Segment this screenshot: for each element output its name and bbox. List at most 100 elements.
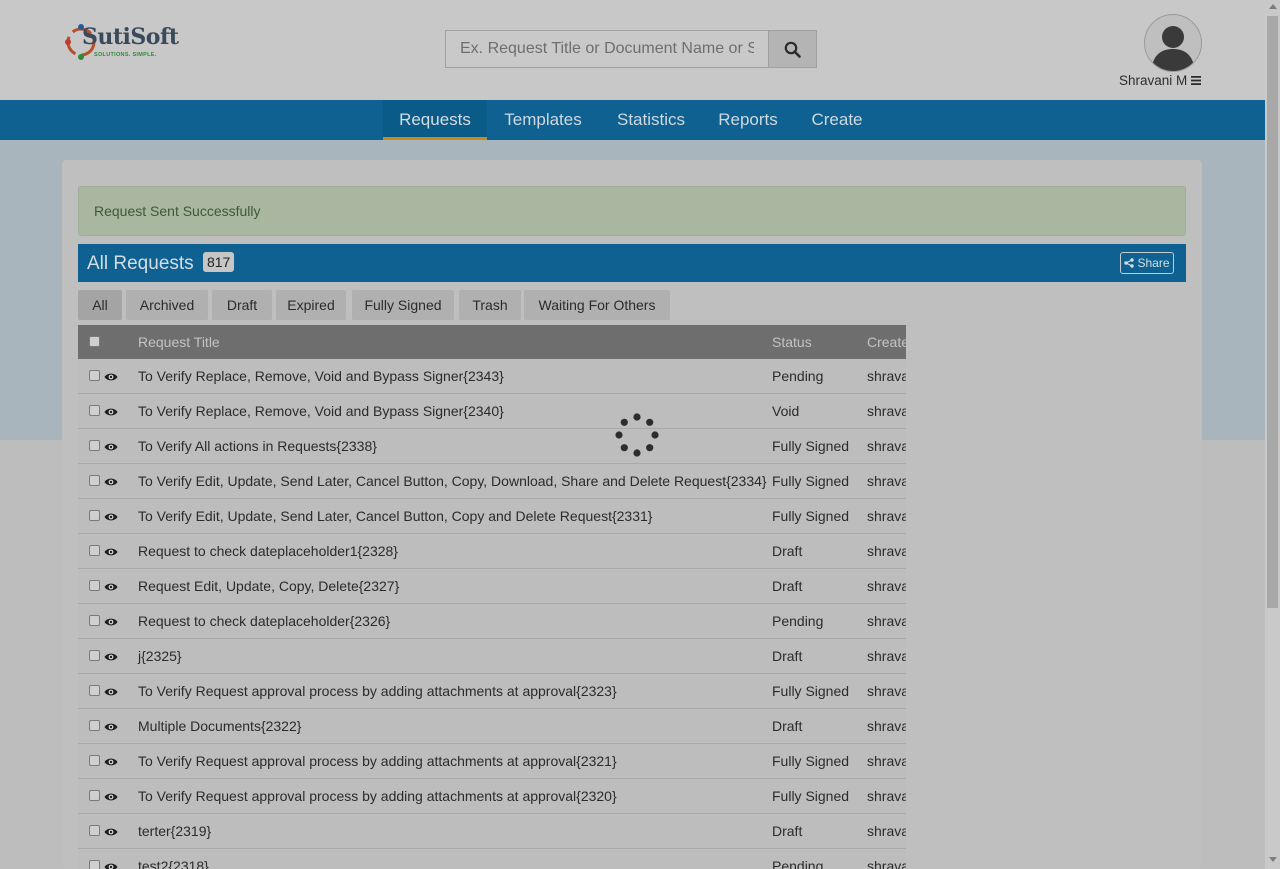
request-title-link[interactable]: To Verify Edit, Update, Send Later, Canc…	[138, 499, 652, 533]
row-checkbox[interactable]	[89, 545, 100, 556]
request-created-by: shrava	[867, 683, 906, 699]
requests-title-wrap: All Requests 817	[87, 252, 235, 275]
top-header: SutiSoft SOLUTIONS. SIMPLE. Shravani M	[0, 0, 1265, 100]
view-eye-icon[interactable]	[104, 616, 118, 628]
row-checkbox[interactable]	[89, 475, 100, 486]
nav-reports[interactable]: Reports	[710, 100, 786, 140]
request-title-link[interactable]: To Verify Replace, Remove, Void and Bypa…	[138, 394, 504, 428]
view-eye-icon[interactable]	[104, 546, 118, 558]
nav-statistics[interactable]: Statistics	[606, 100, 696, 140]
view-eye-icon[interactable]	[104, 826, 118, 838]
request-title-link[interactable]: test2{2318}	[138, 849, 209, 869]
row-checkbox[interactable]	[89, 825, 100, 836]
nav-templates[interactable]: Templates	[494, 100, 592, 140]
row-checkbox[interactable]	[89, 405, 100, 416]
scrollbar-thumb[interactable]	[1267, 16, 1278, 608]
request-status: Fully Signed	[772, 438, 850, 454]
row-checkbox[interactable]	[89, 790, 100, 801]
request-title-link[interactable]: j{2325}	[138, 639, 182, 673]
view-eye-icon[interactable]	[104, 476, 118, 488]
row-checkbox[interactable]	[89, 720, 100, 731]
request-title-link[interactable]: To Verify Request approval process by ad…	[138, 744, 617, 778]
user-avatar[interactable]	[1144, 14, 1202, 72]
view-eye-icon[interactable]	[104, 406, 118, 418]
row-checkbox[interactable]	[89, 370, 100, 381]
tab-draft[interactable]: Draft	[212, 290, 272, 320]
request-title-link[interactable]: To Verify All actions in Requests{2338}	[138, 429, 377, 463]
search-input[interactable]	[445, 30, 768, 68]
column-status[interactable]: Status	[772, 325, 812, 359]
request-title-link[interactable]: To Verify Request approval process by ad…	[138, 779, 617, 813]
request-title-link[interactable]: To Verify Edit, Update, Send Later, Canc…	[138, 464, 767, 498]
table-row[interactable]: test2{2318} Pending shrava	[78, 849, 906, 869]
tab-waiting-for-others[interactable]: Waiting For Others	[524, 290, 670, 320]
row-checkbox[interactable]	[89, 755, 100, 766]
user-menu[interactable]: Shravani M	[1119, 73, 1202, 88]
scroll-up-icon[interactable]	[1269, 4, 1277, 9]
row-checkbox[interactable]	[89, 580, 100, 591]
sutisoft-logo[interactable]: SutiSoft SOLUTIONS. SIMPLE.	[64, 14, 184, 72]
view-eye-icon[interactable]	[104, 756, 118, 768]
share-button[interactable]: Share	[1120, 252, 1174, 274]
view-eye-icon[interactable]	[104, 651, 118, 663]
nav-create[interactable]: Create	[802, 100, 872, 140]
table-row[interactable]: To Verify Replace, Remove, Void and Bypa…	[78, 394, 906, 429]
table-row[interactable]: To Verify Request approval process by ad…	[78, 744, 906, 779]
table-row[interactable]: To Verify Replace, Remove, Void and Bypa…	[78, 359, 906, 394]
view-eye-icon[interactable]	[104, 791, 118, 803]
row-checkbox[interactable]	[89, 510, 100, 521]
row-checkbox[interactable]	[89, 615, 100, 626]
view-eye-icon[interactable]	[104, 686, 118, 698]
view-eye-icon[interactable]	[104, 371, 118, 383]
table-row[interactable]: To Verify Request approval process by ad…	[78, 779, 906, 814]
nav-requests[interactable]: Requests	[383, 100, 487, 140]
request-title-link[interactable]: Request to check dateplaceholder1{2328}	[138, 534, 398, 568]
request-title-link[interactable]: terter{2319}	[138, 814, 211, 848]
table-row[interactable]: To Verify Edit, Update, Send Later, Canc…	[78, 499, 906, 534]
view-eye-icon[interactable]	[104, 581, 118, 593]
tab-fully-signed[interactable]: Fully Signed	[352, 290, 454, 320]
request-status: Draft	[772, 578, 803, 594]
tab-trash[interactable]: Trash	[459, 290, 521, 320]
table-row[interactable]: Multiple Documents{2322} Draft shrava	[78, 709, 906, 744]
table-row[interactable]: Request to check dateplaceholder{2326} Pe…	[78, 604, 906, 639]
view-eye-icon[interactable]	[104, 441, 118, 453]
table-row[interactable]: To Verify Request approval process by ad…	[78, 674, 906, 709]
column-request-title[interactable]: Request Title	[138, 325, 220, 359]
view-eye-icon[interactable]	[104, 721, 118, 733]
search-button[interactable]	[768, 30, 817, 68]
request-status: Fully Signed	[772, 473, 850, 489]
hamburger-icon	[1191, 76, 1202, 85]
view-eye-icon[interactable]	[104, 511, 118, 523]
view-eye-icon[interactable]	[104, 861, 118, 869]
request-title-link[interactable]: To Verify Replace, Remove, Void and Bypa…	[138, 359, 504, 393]
tab-expired[interactable]: Expired	[276, 290, 346, 320]
scroll-down-icon[interactable]	[1269, 857, 1277, 862]
request-title-link[interactable]: To Verify Request approval process by ad…	[138, 674, 617, 708]
request-created-by: shrava	[867, 578, 906, 594]
table-header: Request Title Status Create	[78, 325, 906, 359]
tab-archived[interactable]: Archived	[126, 290, 208, 320]
table-row[interactable]: j{2325} Draft shrava	[78, 639, 906, 674]
table-row[interactable]: To Verify All actions in Requests{2338} F…	[78, 429, 906, 464]
row-checkbox[interactable]	[89, 440, 100, 451]
table-row[interactable]: terter{2319} Draft shrava	[78, 814, 906, 849]
loading-spinner-icon	[615, 413, 659, 457]
request-created-by: shrava	[867, 823, 906, 839]
table-row[interactable]: Request to check dateplaceholder1{2328} D…	[78, 534, 906, 569]
table-row[interactable]: Request Edit, Update, Copy, Delete{2327}…	[78, 569, 906, 604]
request-created-by: shrava	[867, 403, 906, 419]
tab-all[interactable]: All	[78, 290, 122, 320]
row-checkbox[interactable]	[89, 860, 100, 869]
row-checkbox[interactable]	[89, 685, 100, 696]
request-title-link[interactable]: Multiple Documents{2322}	[138, 709, 301, 743]
column-created[interactable]: Create	[867, 325, 906, 359]
page-scrollbar[interactable]	[1265, 0, 1280, 869]
row-checkbox[interactable]	[89, 650, 100, 661]
request-title-link[interactable]: Request to check dateplaceholder{2326}	[138, 604, 390, 638]
request-title-link[interactable]: Request Edit, Update, Copy, Delete{2327}	[138, 569, 399, 603]
share-label: Share	[1137, 256, 1170, 270]
select-all-checkbox[interactable]	[89, 336, 100, 347]
request-status: Fully Signed	[772, 788, 850, 804]
table-row[interactable]: To Verify Edit, Update, Send Later, Canc…	[78, 464, 906, 499]
